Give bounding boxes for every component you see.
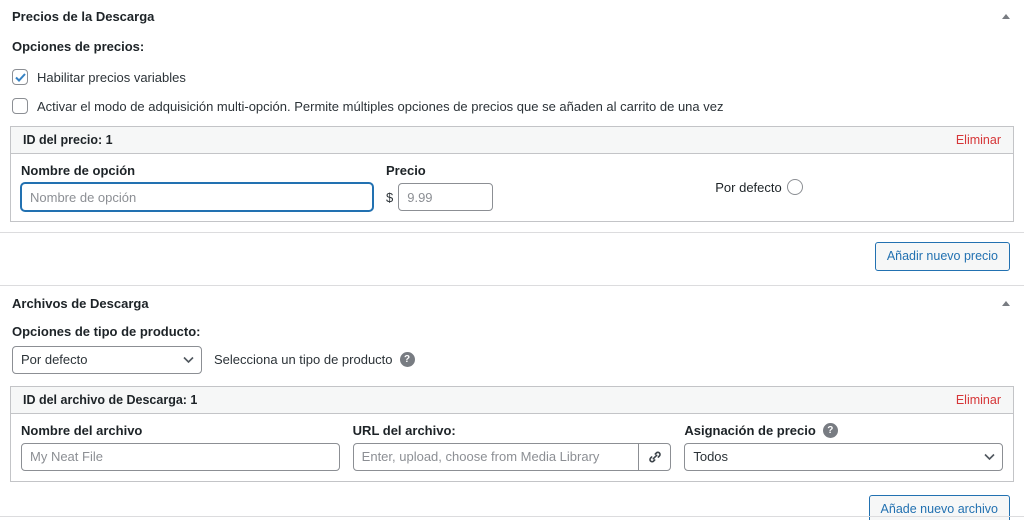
file-row: ID del archivo de Descarga: 1 Eliminar N… <box>10 385 1014 482</box>
price-row-header: ID del precio: 1 Eliminar <box>11 127 1013 154</box>
checkbox-unchecked-icon[interactable] <box>12 98 28 114</box>
product-type-select[interactable]: Por defecto <box>12 345 202 374</box>
bottom-divider <box>0 516 1024 517</box>
default-price-group: Por defecto <box>515 163 1003 211</box>
link-icon <box>649 451 661 463</box>
option-name-label: Nombre de opción <box>21 163 136 178</box>
price-field-group: Precio $ <box>386 163 502 211</box>
file-name-field-group: Nombre del archivo <box>21 423 340 471</box>
file-url-label: URL del archivo: <box>352 422 456 438</box>
file-row-remove-link[interactable]: Eliminar <box>956 393 1001 407</box>
price-label: Precio <box>386 163 426 178</box>
multi-option-checkbox-row[interactable]: Activar el modo de adquisición multi-opc… <box>0 98 1024 114</box>
price-assignment-label: Asignación de precio <box>684 422 816 438</box>
file-name-label: Nombre del archivo <box>21 422 143 438</box>
default-price-radio[interactable] <box>786 179 803 195</box>
price-row: ID del precio: 1 Eliminar Nombre de opci… <box>10 126 1014 222</box>
files-collapse-button[interactable] <box>1000 297 1012 310</box>
default-price-label[interactable]: Por defecto <box>715 180 782 195</box>
product-type-hint: Selecciona un tipo de producto <box>214 352 393 368</box>
pricing-section-title: Precios de la Descarga <box>12 9 155 24</box>
collapse-arrow-icon <box>1002 300 1010 306</box>
collapse-arrow-icon <box>1002 14 1010 19</box>
product-type-label: Opciones de tipo de producto: <box>12 323 201 339</box>
help-icon[interactable]: ? <box>399 352 415 368</box>
file-row-header: ID del archivo de Descarga: 1 Eliminar <box>11 386 1013 414</box>
pricing-section-header: Precios de la Descarga <box>0 0 1024 24</box>
variable-pricing-checkbox-label[interactable]: Habilitar precios variables <box>37 70 186 85</box>
price-input[interactable] <box>398 183 494 211</box>
file-row-body: Nombre del archivo URL del archivo: <box>11 414 1013 481</box>
files-section-header: Archivos de Descarga <box>0 286 1024 311</box>
price-assignment-select[interactable]: Todos <box>684 442 1004 471</box>
currency-symbol: $ <box>386 189 394 205</box>
price-assignment-field-group: Asignación de precio ? Todos <box>684 422 1004 471</box>
media-upload-button[interactable] <box>638 442 672 471</box>
price-row-body: Nombre de opción Precio $ Por defecto <box>11 154 1013 221</box>
product-type-row: Por defecto Selecciona un tipo de produc… <box>0 345 1024 374</box>
checkmark-icon <box>14 72 26 82</box>
variable-pricing-checkbox-row[interactable]: Habilitar precios variables <box>0 69 1024 85</box>
option-name-field-group: Nombre de opción <box>21 163 373 211</box>
price-row-remove-link[interactable]: Eliminar <box>956 133 1001 147</box>
checkbox-checked-icon[interactable] <box>12 69 28 85</box>
price-row-id: ID del precio: 1 <box>23 133 113 147</box>
file-name-input[interactable] <box>21 442 340 471</box>
file-url-input[interactable] <box>352 442 640 471</box>
option-name-input[interactable] <box>21 183 373 211</box>
multi-option-checkbox-label[interactable]: Activar el modo de adquisición multi-opc… <box>37 99 724 114</box>
file-row-id: ID del archivo de Descarga: 1 <box>23 392 198 407</box>
pricing-collapse-button[interactable] <box>1000 10 1012 23</box>
files-section-title: Archivos de Descarga <box>12 295 149 311</box>
download-settings-panel: Precios de la Descarga Opciones de preci… <box>0 0 1024 520</box>
file-url-field-group: URL del archivo: <box>352 422 672 471</box>
pricing-options-label: Opciones de precios: <box>12 39 145 54</box>
add-price-button[interactable]: Añadir nuevo precio <box>874 242 1010 271</box>
help-icon[interactable]: ? <box>822 422 838 438</box>
